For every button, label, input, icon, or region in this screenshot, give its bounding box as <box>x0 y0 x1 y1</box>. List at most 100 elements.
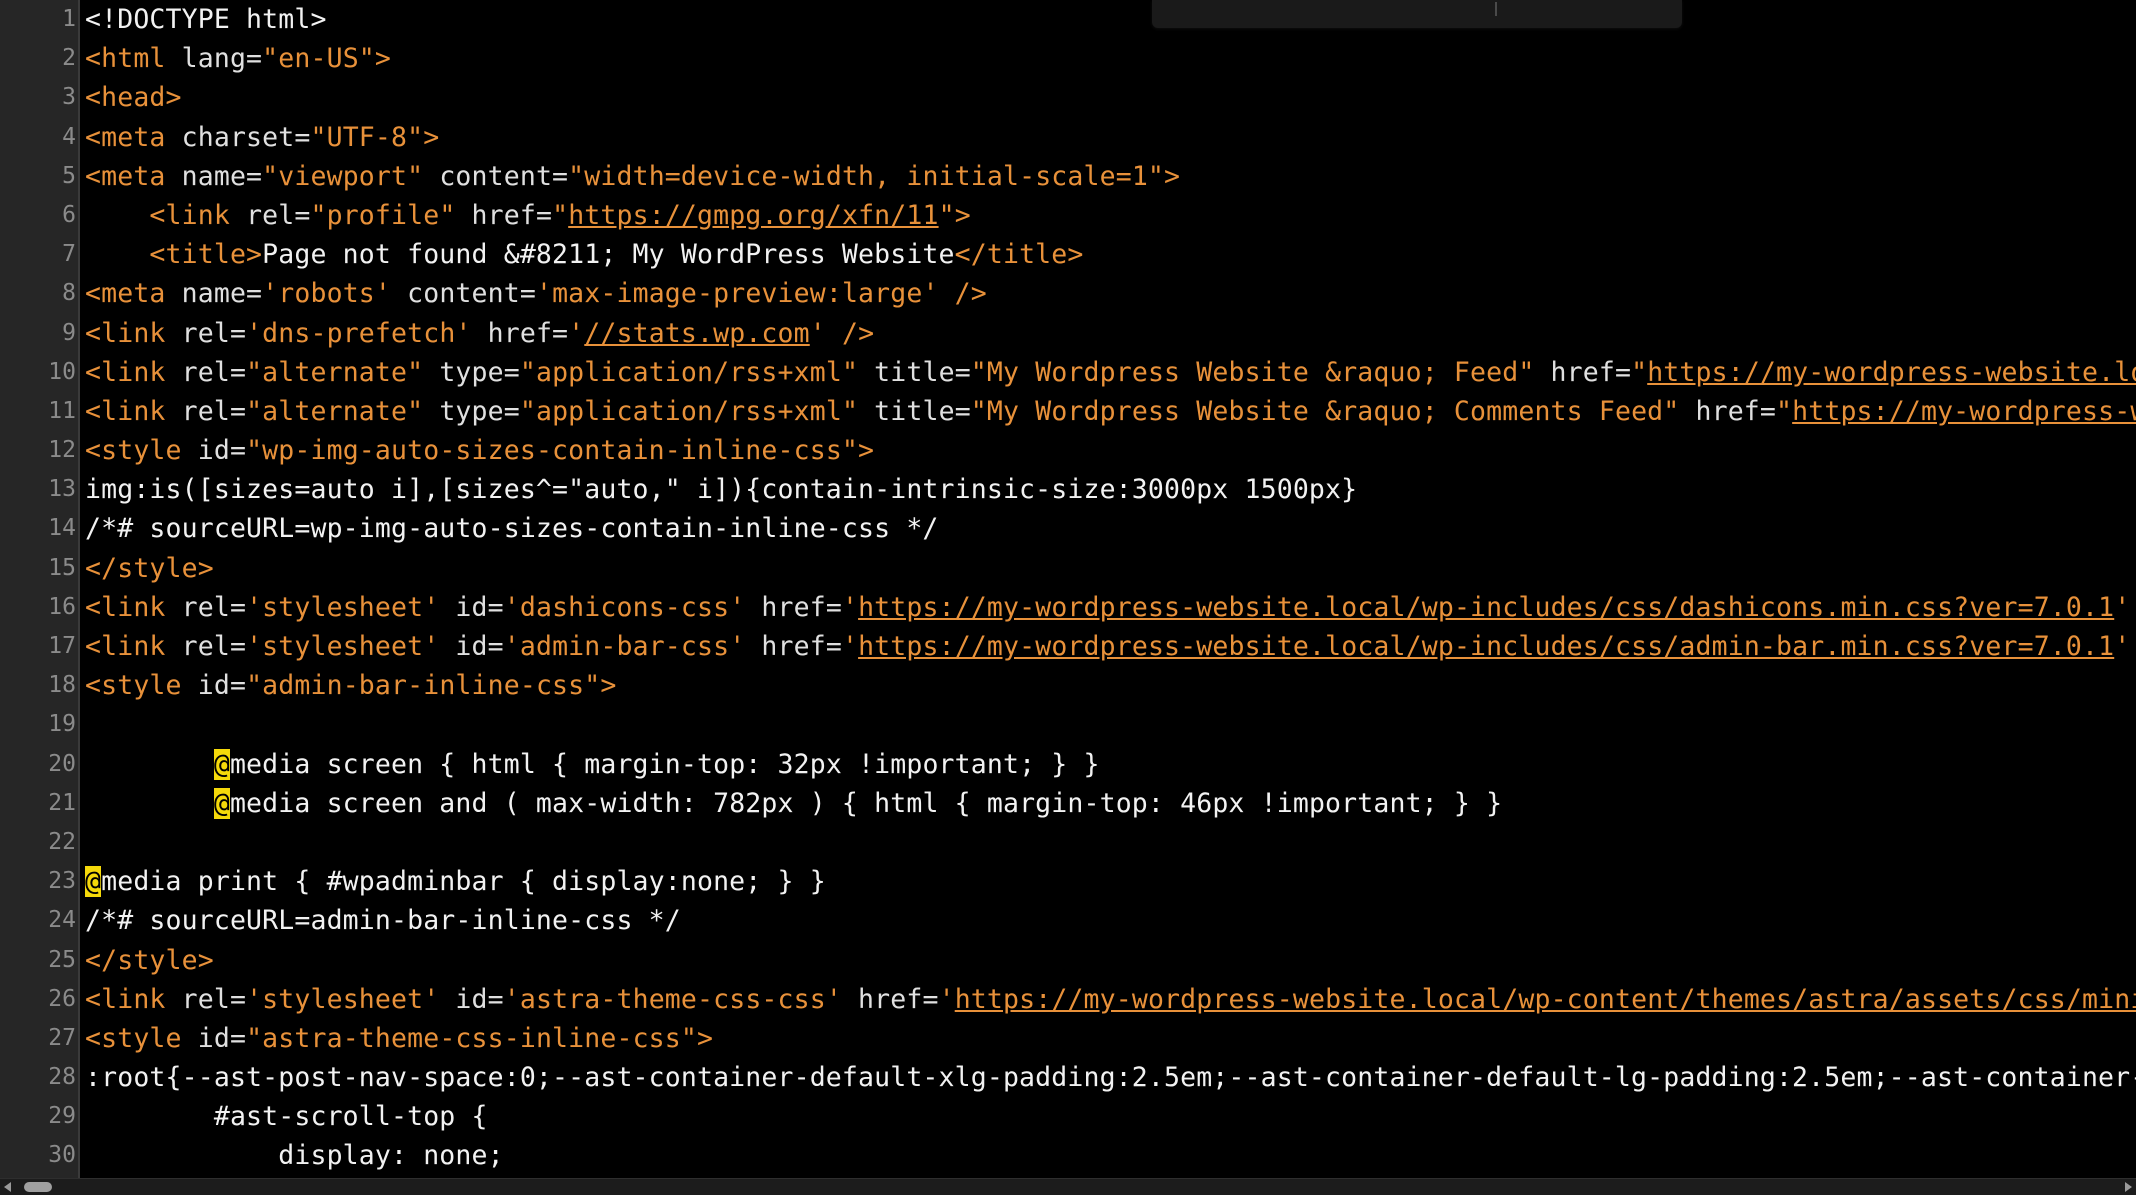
code-line[interactable]: 14 /*# sourceURL=wp-img-auto-sizes-contai… <box>0 509 2136 548</box>
code-text[interactable]: <style id="astra-theme-css-inline-css"> <box>85 1019 713 1058</box>
code-line[interactable]: 13 img:is([sizes=auto i],[sizes^="auto," … <box>0 470 2136 509</box>
line-number: 18 <box>48 672 76 699</box>
string-token: ' <box>841 591 859 623</box>
code-text[interactable]: display: none; <box>85 1136 504 1175</box>
code-line[interactable]: 22 <box>0 823 2136 862</box>
code-url-link[interactable]: https://my-wordpress-website.local/wp-in… <box>858 592 2114 623</box>
string-token: "application/rss+xml" <box>519 395 859 427</box>
attribute-token: name= <box>181 278 263 310</box>
html-tag-token: <style <box>85 1022 198 1054</box>
code-line[interactable]: 19 <box>0 705 2136 744</box>
code-line[interactable]: 4 <meta charset="UTF-8"> <box>0 118 2136 157</box>
line-number: 23 <box>48 868 76 895</box>
code-line[interactable]: 24 /*# sourceURL=admin-bar-inline-css */ <box>0 901 2136 940</box>
code-text[interactable]: @media print { #wpadminbar { display:non… <box>85 862 826 901</box>
code-text[interactable]: :root{--ast-post-nav-space:0;--ast-conta… <box>85 1058 2136 1097</box>
code-line[interactable]: 10 <link rel="alternate" type="applicatio… <box>0 353 2136 392</box>
code-text[interactable]: #ast-scroll-top { <box>85 1097 488 1136</box>
code-url-link[interactable]: https://my-wordpress-website.loca <box>1647 357 2136 388</box>
code-line[interactable]: 8 <meta name='robots' content='max-image-… <box>0 274 2136 313</box>
code-line[interactable]: 26 <link rel='stylesheet' id='astra-theme… <box>0 980 2136 1019</box>
attribute-token: rel= <box>181 356 247 388</box>
code-text[interactable]: <style id="admin-bar-inline-css"> <box>85 666 616 705</box>
code-line[interactable]: 21 @media screen and ( max-width: 782px … <box>0 784 2136 823</box>
code-editor[interactable]: 1 <!DOCTYPE html> 2 <html lang="en-US"> 3 <he… <box>0 0 2136 1195</box>
code-area[interactable]: 1 <!DOCTYPE html> 2 <html lang="en-US"> 3 <he… <box>0 0 2136 1178</box>
scroll-right-arrow-icon[interactable] <box>2125 1182 2132 1192</box>
code-line[interactable]: 27 <style id="astra-theme-css-inline-css"… <box>0 1019 2136 1058</box>
html-tag-token: <html <box>85 43 182 75</box>
code-token: /*# sourceURL=wp-img-auto-sizes-contain-… <box>85 513 939 545</box>
code-text[interactable]: /*# sourceURL=admin-bar-inline-css */ <box>85 901 681 940</box>
code-text[interactable]: <link rel="alternate" type="application/… <box>85 353 2136 392</box>
attribute-token: type= <box>423 395 520 427</box>
code-url-link[interactable]: //stats.wp.com <box>584 318 809 349</box>
code-line[interactable]: 28:root{--ast-post-nav-space:0;--ast-con… <box>0 1058 2136 1097</box>
code-line[interactable]: 25 </style> <box>0 941 2136 980</box>
code-line[interactable]: 9 <link rel='dns-prefetch' href='//stats.… <box>0 314 2136 353</box>
attribute-token: id= <box>197 1022 247 1054</box>
line-number: 6 <box>62 201 76 228</box>
code-url-link[interactable]: https://my-wordpress-wel <box>1792 396 2136 427</box>
code-url-link[interactable]: https://my-wordpress-website.local/wp-co… <box>955 984 2136 1015</box>
code-line[interactable]: 1 <!DOCTYPE html> <box>0 0 2136 39</box>
code-text[interactable]: </style> <box>85 549 214 588</box>
find-bar-panel[interactable] <box>1152 0 1682 28</box>
line-number: 17 <box>48 633 76 659</box>
code-url-link[interactable]: https://gmpg.org/xfn/11 <box>568 200 938 231</box>
code-line[interactable]: 5 <meta name="viewport" content="width=de… <box>0 157 2136 196</box>
string-token: "en-US" <box>262 43 375 75</box>
code-line[interactable]: 29 #ast-scroll-top { <box>0 1097 2136 1136</box>
code-text[interactable]: <title>Page not found &#8211; My WordPre… <box>85 235 1084 274</box>
line-number: 25 <box>48 946 76 973</box>
code-line[interactable]: 30 display: none; <box>0 1136 2136 1175</box>
code-line[interactable]: 23 @media print { #wpadminbar { display:n… <box>0 862 2136 901</box>
code-token: img:is([sizes=auto i],[sizes^="auto," i]… <box>85 474 1358 506</box>
search-match-highlight: @ <box>213 748 230 780</box>
scroll-left-arrow-icon[interactable] <box>4 1182 11 1192</box>
code-url-link[interactable]: https://my-wordpress-website.local/wp-in… <box>858 631 2114 662</box>
code-text[interactable]: <link rel="alternate" type="application/… <box>85 392 2136 431</box>
code-text[interactable]: <!DOCTYPE html> <box>85 0 327 39</box>
code-text[interactable]: <meta charset="UTF-8"> <box>85 118 439 157</box>
code-line[interactable]: 11 <link rel="alternate" type="applicatio… <box>0 392 2136 431</box>
scrollbar-thumb[interactable] <box>24 1182 52 1192</box>
code-text[interactable]: img:is([sizes=auto i],[sizes^="auto," i]… <box>85 470 1357 509</box>
attribute-token: href= <box>745 631 842 662</box>
code-text[interactable]: <style id="wp-img-auto-sizes-contain-inl… <box>85 431 874 470</box>
code-line[interactable]: 7 <title>Page not found &#8211; My WordP… <box>0 235 2136 274</box>
html-tag-token: /> <box>938 278 987 310</box>
code-text[interactable]: </style> <box>85 941 214 980</box>
code-text[interactable]: <link rel='stylesheet' id='admin-bar-css… <box>85 627 2136 666</box>
code-line[interactable]: 20 @media screen { html { margin-top: 32… <box>0 745 2136 784</box>
code-line[interactable]: 3 <head> <box>0 78 2136 117</box>
code-text[interactable]: <link rel="profile" href="https://gmpg.o… <box>85 196 971 235</box>
code-line[interactable]: 15 </style> <box>0 549 2136 588</box>
attribute-token: id= <box>197 670 247 702</box>
code-line[interactable]: 18 <style id="admin-bar-inline-css"> <box>0 666 2136 705</box>
code-text[interactable]: <meta name="viewport" content="width=dev… <box>85 157 1180 196</box>
line-number: 11 <box>48 397 76 424</box>
code-line[interactable]: 12 <style id="wp-img-auto-sizes-contain-i… <box>0 431 2136 470</box>
html-tag-token: <link <box>85 356 182 388</box>
line-number: 4 <box>62 123 76 150</box>
code-text[interactable]: <link rel='stylesheet' id='astra-theme-c… <box>85 980 2136 1019</box>
code-text[interactable]: @media screen { html { margin-top: 32px … <box>85 745 1100 784</box>
code-line[interactable]: 6 <link rel="profile" href="https://gmpg… <box>0 196 2136 235</box>
horizontal-scrollbar[interactable] <box>0 1178 2136 1195</box>
line-number: 21 <box>48 789 76 816</box>
code-line[interactable]: 16 <link rel='stylesheet' id='dashicons-c… <box>0 588 2136 627</box>
code-text[interactable]: <link rel='dns-prefetch' href='//stats.w… <box>85 314 874 353</box>
code-text[interactable]: <html lang="en-US"> <box>85 39 391 78</box>
code-token: media screen { html { margin-top: 32px !… <box>229 748 1100 780</box>
code-text[interactable]: @media screen and ( max-width: 782px ) {… <box>85 784 1502 823</box>
code-text[interactable]: <link rel='stylesheet' id='dashicons-css… <box>85 588 2136 627</box>
code-line[interactable]: 17 <link rel='stylesheet' id='admin-bar-c… <box>0 627 2136 666</box>
line-number: 26 <box>48 985 76 1012</box>
code-text[interactable]: <meta name='robots' content='max-image-p… <box>85 274 987 313</box>
line-number: 22 <box>48 828 76 855</box>
code-line[interactable]: 2 <html lang="en-US"> <box>0 39 2136 78</box>
code-text[interactable]: <head> <box>85 78 182 117</box>
code-text[interactable]: /*# sourceURL=wp-img-auto-sizes-contain-… <box>85 509 939 548</box>
